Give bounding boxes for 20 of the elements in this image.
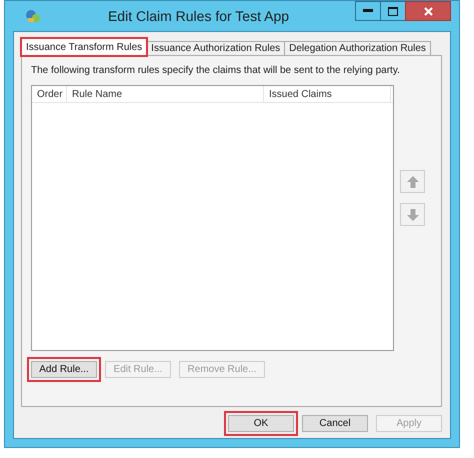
app-icon: [25, 9, 41, 23]
tab[interactable]: Delegation Authorization Rules: [284, 41, 431, 56]
column-header[interactable]: Rule Name: [67, 86, 264, 102]
up-arrow-icon: [406, 176, 418, 188]
maximize-icon: [388, 6, 398, 16]
close-button[interactable]: [405, 1, 451, 21]
close-icon: [424, 6, 432, 16]
tab[interactable]: Issuance Transform Rules: [21, 38, 148, 56]
rule-button[interactable]: Add Rule...: [31, 361, 97, 378]
window-title: Edit Claim Rules for Test App: [106, 8, 290, 24]
minimize-icon: [363, 9, 373, 13]
description-text: The following transform rules specify the claims that will be sent to the relying party.: [31, 65, 401, 76]
column-header[interactable]: Order: [32, 86, 67, 102]
down-arrow-icon: [406, 208, 418, 220]
rules-list[interactable]: Order Rule Name Issued Claims: [31, 85, 394, 351]
dialog-button[interactable]: OK: [228, 415, 294, 432]
dialog-button[interactable]: Cancel: [302, 415, 368, 432]
minimize-button[interactable]: [355, 1, 381, 21]
maximize-button[interactable]: [380, 1, 406, 21]
column-header[interactable]: Issued Claims: [264, 86, 391, 102]
